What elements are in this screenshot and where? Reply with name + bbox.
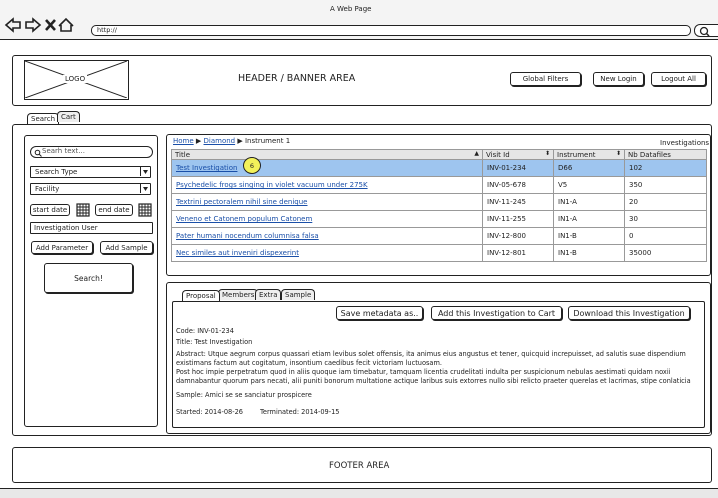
facility-select[interactable]: Facility (30, 183, 151, 195)
column-nb-datafiles[interactable]: Nb Datafiles (624, 149, 707, 160)
table-row[interactable]: Veneno et Catonem populum Catonem INV-11… (171, 210, 707, 228)
abstract-line: Post hoc impie perpetratum quod in aliis… (176, 368, 671, 376)
tab-extra[interactable]: Extra (255, 289, 282, 300)
calendar-icon[interactable] (76, 203, 90, 217)
search-button[interactable]: Search! (44, 263, 133, 293)
chevron-down-icon (140, 184, 150, 193)
sort-icon[interactable]: ⬍ (616, 150, 621, 157)
window-title: A Web Page (330, 5, 372, 13)
investigation-link[interactable]: Textrini pectoralem nihil sine denique (176, 198, 308, 206)
tab-members[interactable]: Members (218, 289, 259, 300)
save-metadata-button[interactable]: Save metadata as.. (336, 306, 423, 320)
title-text: Title: Test Investigation (176, 338, 253, 346)
abstract-line: Abstract: Utque aegrum corpus quassari e… (176, 350, 686, 358)
investigation-link[interactable]: Veneno et Catonem populum Catonem (176, 215, 312, 223)
address-bar[interactable]: http:// (91, 25, 691, 36)
add-parameter-button[interactable]: Add Parameter (31, 241, 93, 254)
started-text: Started: 2014-08-26 (176, 408, 243, 416)
breadcrumb: Home ▶ Diamond ▶ Instrument 1 (173, 137, 291, 145)
investigation-link[interactable]: Test Investigation (176, 164, 237, 172)
investigation-user-field[interactable]: Investigation User (30, 222, 153, 234)
panel-title: Investigations (660, 139, 710, 147)
table-row[interactable]: Psychedelic frogs singing in violet vacu… (171, 176, 707, 194)
back-icon[interactable] (4, 17, 21, 33)
start-date-field[interactable]: start date (30, 204, 70, 216)
new-login-button[interactable]: New Login (593, 72, 644, 86)
forward-icon[interactable] (25, 17, 42, 33)
terminated-text: Terminated: 2014-09-15 (260, 408, 340, 416)
investigation-link[interactable]: Nec similes aut inveniri dispexerint (176, 249, 299, 257)
search-type-select[interactable]: Search Type (30, 166, 151, 178)
end-date-field[interactable]: end date (95, 204, 133, 216)
breadcrumb-diamond[interactable]: Diamond (204, 137, 236, 145)
close-icon[interactable] (45, 19, 56, 31)
calendar-icon[interactable] (138, 203, 152, 217)
banner-title: HEADER / BANNER AREA (238, 73, 356, 84)
column-title[interactable]: Title ▲ (171, 149, 483, 160)
code-text: Code: INV-01-234 (176, 327, 234, 335)
logout-all-button[interactable]: Logout All (651, 72, 706, 86)
home-icon[interactable] (58, 17, 74, 32)
search-icon[interactable] (694, 24, 718, 37)
breadcrumb-home[interactable]: Home (173, 137, 194, 145)
tab-search[interactable]: Search (27, 113, 60, 124)
search-input[interactable]: Searh text... (30, 146, 153, 158)
sort-icon[interactable]: ⬍ (545, 150, 550, 157)
column-visit-id[interactable]: Visit Id ⬍ (482, 149, 554, 160)
abstract-line: damnabantur quorum pars necati, alii pun… (176, 377, 691, 385)
logo: LOGO (24, 60, 129, 100)
status-bar (0, 488, 718, 498)
tab-sample[interactable]: Sample (281, 289, 316, 300)
add-sample-button[interactable]: Add Sample (100, 241, 153, 254)
investigation-link[interactable]: Pater humani nocendum columnisa falsa (176, 232, 319, 240)
sample-text: Sample: Amici se se sanciatur prospicere (176, 391, 312, 399)
add-to-cart-button[interactable]: Add this Investigation to Cart (431, 306, 562, 320)
abstract-line: existimans factum aut cogitatum, insonti… (176, 359, 442, 367)
sort-up-icon[interactable]: ▲ (474, 150, 479, 157)
footer: FOOTER AREA (12, 447, 712, 483)
nav-icons (4, 17, 74, 33)
investigation-link[interactable]: Psychedelic frogs singing in violet vacu… (176, 181, 368, 189)
tab-cart[interactable]: Cart (57, 111, 80, 122)
table-row[interactable]: Nec similes aut inveniri dispexerint INV… (171, 244, 707, 262)
column-instrument[interactable]: Instrument ⬍ (553, 149, 625, 160)
tab-proposal[interactable]: Proposal (182, 290, 220, 301)
breadcrumb-instrument: Instrument 1 (244, 137, 291, 145)
cursor-highlight-badge: 6 (243, 157, 261, 174)
table-row[interactable]: Pater humani nocendum columnisa falsa IN… (171, 227, 707, 245)
chevron-down-icon (140, 167, 150, 176)
download-investigation-button[interactable]: Download this Investigation (568, 306, 690, 320)
global-filters-button[interactable]: Global Filters (510, 72, 581, 86)
table-row[interactable]: Textrini pectoralem nihil sine denique I… (171, 193, 707, 211)
browser-chrome: A Web Page http:// (0, 0, 718, 40)
